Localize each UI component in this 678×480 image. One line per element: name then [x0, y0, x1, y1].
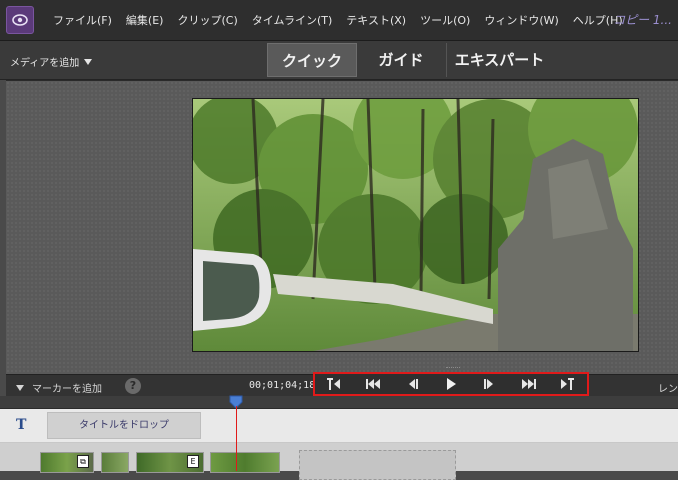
timecode-display: 00;01;04;18: [249, 380, 316, 391]
go-to-out-point-icon: [561, 378, 575, 390]
video-clip[interactable]: E: [136, 452, 204, 473]
go-to-out-point-button[interactable]: [554, 375, 580, 393]
step-forward-icon: [483, 379, 493, 389]
add-media-label: メディアを追加: [10, 58, 80, 69]
go-to-in-point-button[interactable]: [321, 375, 347, 393]
go-to-next-edit-button[interactable]: [516, 375, 542, 393]
help-icon[interactable]: ?: [125, 378, 141, 394]
monitor-panel: [6, 80, 678, 374]
video-clip[interactable]: [101, 452, 129, 473]
menu-tools[interactable]: ツール(O): [420, 12, 470, 28]
video-clip[interactable]: ⧉: [40, 452, 94, 473]
render-button[interactable]: レンダ: [658, 380, 678, 395]
menu-text[interactable]: テキスト(X): [346, 12, 406, 28]
play-button[interactable]: [438, 375, 464, 393]
panel-resize-handle[interactable]: [446, 367, 460, 371]
video-preview: [192, 98, 639, 352]
app-logo-icon[interactable]: [6, 6, 34, 34]
chevron-down-icon: [16, 384, 24, 391]
monitor-control-bar: マーカーを追加 ? 00;01;04;18 レン: [6, 372, 678, 398]
add-marker-dropdown[interactable]: マーカーを追加: [16, 380, 102, 395]
menu-clip[interactable]: クリップ(C): [177, 12, 237, 28]
drop-media-zone[interactable]: [299, 450, 456, 480]
playhead-line: [236, 406, 237, 471]
clip-effect-icon: E: [187, 455, 199, 468]
drop-title-zone[interactable]: タイトルをドロップ: [47, 412, 201, 439]
play-icon: [446, 378, 456, 390]
add-marker-label: マーカーを追加: [32, 384, 102, 395]
tab-guided[interactable]: ガイド: [361, 43, 441, 77]
menu-edit[interactable]: 編集(E): [126, 12, 164, 28]
go-to-previous-edit-button[interactable]: [360, 375, 386, 393]
go-to-in-point-icon: [327, 378, 341, 390]
step-forward-button[interactable]: [477, 375, 503, 393]
menu-file[interactable]: ファイル(F): [53, 12, 112, 28]
forest-road-frame: [193, 99, 638, 351]
add-media-dropdown[interactable]: メディアを追加: [10, 54, 93, 69]
video-track: ⧉ E: [0, 443, 678, 480]
step-back-icon: [409, 379, 419, 389]
timeline-panel: T タイトルをドロップ ⧉ E: [0, 409, 678, 480]
transport-controls: [313, 372, 589, 396]
timeline-ruler[interactable]: [0, 396, 678, 409]
next-edit-icon: [521, 379, 536, 389]
menu-timeline[interactable]: タイムライン(T): [252, 12, 333, 28]
mode-toolbar: メディアを追加 クイック ガイド エキスパート: [0, 41, 678, 80]
project-title: コピー 1...: [613, 13, 672, 27]
menu-bar: ファイル(F) 編集(E) クリップ(C) タイムライン(T) テキスト(X) …: [0, 0, 678, 41]
previous-edit-icon: [366, 379, 381, 389]
menu-window[interactable]: ウィンドウ(W): [484, 12, 558, 28]
video-clip[interactable]: [210, 452, 280, 473]
tab-quick[interactable]: クイック: [267, 43, 357, 77]
step-back-button[interactable]: [399, 375, 425, 393]
chevron-down-icon: [84, 58, 93, 65]
tab-expert[interactable]: エキスパート: [446, 43, 552, 77]
title-track: T タイトルをドロップ: [0, 409, 678, 443]
text-track-icon: T: [16, 417, 27, 433]
clip-link-icon: ⧉: [77, 455, 89, 468]
